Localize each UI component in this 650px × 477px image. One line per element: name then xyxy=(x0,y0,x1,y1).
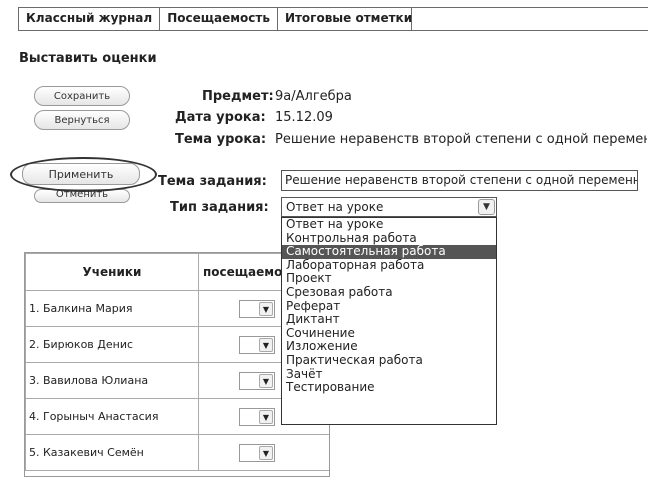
save-button[interactable]: Сохранить xyxy=(34,86,130,106)
attendance-select[interactable]: ▼ xyxy=(239,371,275,390)
task-topic-label: Тема задания: xyxy=(158,174,267,189)
dropdown-option[interactable]: Тестирование xyxy=(282,381,496,395)
dropdown-option[interactable]: Лабораторная работа xyxy=(282,258,496,273)
dropdown-option-highlighted[interactable]: Самостоятельная работа xyxy=(282,245,496,259)
chevron-down-icon: ▼ xyxy=(259,337,273,352)
dropdown-option[interactable]: Ответ на уроке xyxy=(282,218,496,232)
back-button[interactable]: Вернуться xyxy=(34,110,130,130)
task-type-selected: Ответ на уроке xyxy=(286,200,384,214)
dropdown-option[interactable]: Зачёт xyxy=(282,367,496,382)
chevron-down-icon: ▼ xyxy=(259,409,273,424)
student-name: 1. Балкина Мария xyxy=(25,290,199,327)
chevron-down-icon: ▼ xyxy=(259,445,273,460)
task-type-dropdown[interactable]: Ответ на уроке Контрольная работа Самост… xyxy=(281,217,497,425)
lesson-topic-label: Тема урока: xyxy=(175,132,267,147)
task-type-label: Тип задания: xyxy=(170,200,269,215)
dropdown-option[interactable]: Реферат xyxy=(282,299,496,314)
attendance-cell: ▼ xyxy=(198,434,329,471)
task-topic-input[interactable]: Решение неравенств второй степени с одно… xyxy=(281,170,638,191)
date-value: 15.12.09 xyxy=(275,110,333,125)
header-students: Ученики xyxy=(25,253,199,291)
subject-label: Предмет: xyxy=(202,89,274,104)
tab-attendance[interactable]: Посещаемость xyxy=(160,8,278,30)
highlight-circle xyxy=(10,157,157,192)
date-label: Дата урока: xyxy=(175,110,266,125)
tab-bar: Классный журнал Посещаемость Итоговые от… xyxy=(18,7,648,31)
student-name: 2. Бирюков Денис xyxy=(25,326,199,363)
chevron-down-icon[interactable]: ▼ xyxy=(478,199,495,215)
dropdown-option[interactable]: Сочинение xyxy=(282,326,496,341)
dropdown-option[interactable]: Изложение xyxy=(282,340,496,354)
table-row: 5. Казакевич Семён ▼ xyxy=(25,434,329,471)
attendance-select[interactable]: ▼ xyxy=(239,335,275,354)
tab-final-grades[interactable]: Итоговые отметки xyxy=(278,8,412,30)
dropdown-option[interactable]: Контрольная работа xyxy=(282,231,496,246)
student-name: 4. Горыныч Анастасия xyxy=(25,398,199,435)
dropdown-option[interactable]: Срезовая работа xyxy=(282,285,496,300)
attendance-select[interactable]: ▼ xyxy=(239,407,275,426)
student-name: 5. Казакевич Семён xyxy=(25,434,199,471)
subject-value: 9а/Алгебра xyxy=(275,89,352,104)
student-name: 3. Вавилова Юлиана xyxy=(25,362,199,399)
dropdown-option[interactable]: Практическая работа xyxy=(282,353,496,368)
task-type-select[interactable]: Ответ на уроке ▼ xyxy=(281,197,497,217)
lesson-topic-value: Решение неравенств второй степени с одно… xyxy=(275,132,647,147)
dropdown-option[interactable]: Диктант xyxy=(282,313,496,327)
attendance-select[interactable]: ▼ xyxy=(239,443,275,462)
tab-class-journal[interactable]: Классный журнал xyxy=(19,8,161,30)
page-title: Выставить оценки xyxy=(19,51,157,66)
attendance-select[interactable]: ▼ xyxy=(239,299,275,318)
chevron-down-icon: ▼ xyxy=(259,301,273,316)
chevron-down-icon: ▼ xyxy=(259,373,273,388)
dropdown-option[interactable]: Проект xyxy=(282,272,496,286)
